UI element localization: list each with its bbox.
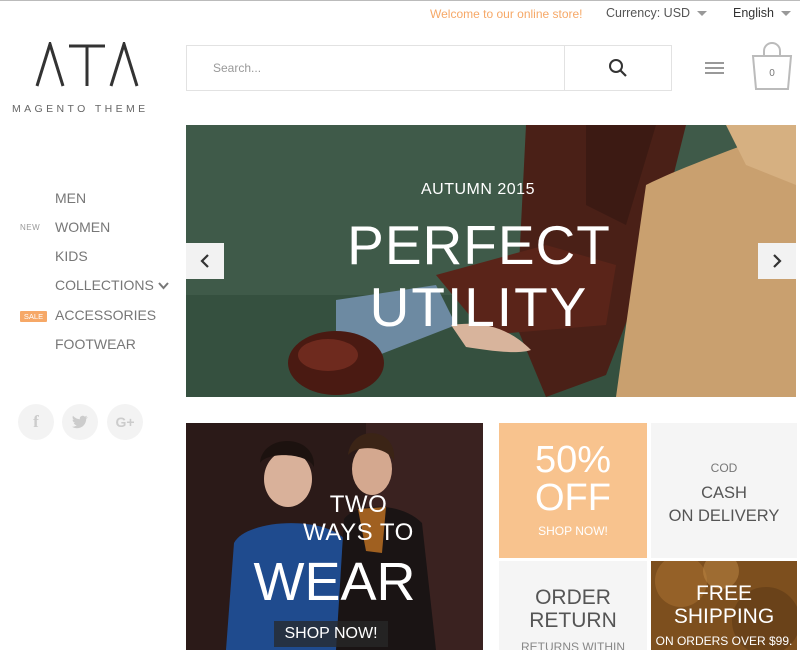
logo-mark-icon (35, 42, 139, 87)
promo-two-ways-to-wear[interactable]: TWO WAYS TO WEAR SHOP NOW! (186, 423, 483, 650)
welcome-message: Welcome to our online store! (430, 7, 583, 21)
hero-subtitle: AUTUMN 2015 (421, 181, 535, 198)
nav-item-collections[interactable]: COLLECTIONS (55, 277, 169, 293)
promo-sale-tile[interactable]: 50% OFF SHOP NOW! (499, 423, 647, 558)
chevron-left-icon (200, 254, 209, 268)
return-sub: RETURNS WITHIN (521, 640, 625, 650)
shipping-line2: SHIPPING (673, 605, 775, 628)
chevron-down-icon (781, 11, 791, 17)
hamburger-menu-icon[interactable] (705, 62, 724, 76)
promo-cod-tile[interactable]: COD CASH ON DELIVERY (651, 423, 797, 558)
nav-item-label: WOMEN (55, 219, 111, 235)
twitter-icon (72, 415, 88, 429)
nav-item-label: ACCESSORIES (55, 307, 157, 323)
hero-title-line1: PERFECT (347, 214, 611, 276)
cart-count: 0 (769, 68, 775, 79)
cart-button[interactable]: 0 (750, 42, 794, 92)
slider-prev-button[interactable] (186, 243, 224, 279)
nav-item-kids[interactable]: KIDS (55, 248, 88, 264)
google-plus-button[interactable]: G+ (107, 404, 143, 440)
chevron-right-icon (773, 254, 782, 268)
promo-wear-line2: WAYS TO (303, 519, 414, 546)
sale-off: OFF (535, 477, 611, 519)
promo-wear-line1: TWO (329, 491, 388, 518)
promo-return-tile[interactable]: ORDER RETURN RETURNS WITHIN (499, 561, 647, 650)
top-bar: Welcome to our online store! Currency: U… (0, 0, 800, 26)
sale-badge: SALE (20, 311, 47, 322)
nav-item-label: MEN (55, 190, 87, 206)
facebook-button[interactable]: f (18, 404, 54, 440)
hero-slider[interactable]: AUTUMN 2015 PERFECT UTILITY (186, 125, 796, 397)
chevron-down-icon (697, 11, 708, 17)
return-line1: ORDER (535, 586, 611, 609)
facebook-icon: f (33, 412, 39, 431)
cod-line1: CASH (701, 484, 747, 502)
language-switcher[interactable]: English (733, 6, 791, 20)
google-plus-icon: G+ (115, 414, 135, 430)
return-line2: RETURN (529, 609, 617, 632)
nav-item-women[interactable]: WOMEN (55, 219, 110, 235)
shopping-bag-icon (751, 42, 793, 90)
search-button[interactable] (565, 46, 671, 90)
logo[interactable] (12, 42, 162, 88)
search-input[interactable] (187, 46, 565, 90)
promo-shipping-tile[interactable]: FREE SHIPPING ON ORDERS OVER $99. (651, 561, 797, 650)
nav-item-label: COLLECTIONS (55, 277, 154, 293)
shop-now-button[interactable]: SHOP NOW! (274, 621, 388, 647)
sale-shop-now-link[interactable]: SHOP NOW! (499, 524, 647, 538)
cod-label: COD (710, 461, 738, 475)
twitter-button[interactable] (62, 404, 98, 440)
nav-item-accessories[interactable]: ACCESSORIES (55, 307, 156, 323)
slider-next-button[interactable] (758, 243, 796, 279)
nav-item-label: KIDS (55, 248, 88, 264)
new-badge: NEW (20, 223, 41, 232)
language-value: English (733, 6, 774, 20)
shipping-line1: FREE (695, 582, 752, 605)
currency-switcher[interactable]: Currency: USD (606, 6, 708, 20)
nav-item-men[interactable]: MEN (55, 190, 86, 206)
sale-percent: 50% (534, 439, 612, 481)
shipping-sub: ON ORDERS OVER $99. (655, 634, 793, 648)
currency-label: Currency: (606, 6, 661, 20)
search-bar (186, 45, 672, 91)
search-icon (609, 59, 627, 77)
currency-value: USD (663, 6, 691, 20)
cod-line2: ON DELIVERY (668, 507, 780, 525)
nav-item-label: FOOTWEAR (55, 336, 136, 352)
logo-tagline: MAGENTO THEME (12, 103, 149, 115)
nav-item-footwear[interactable]: FOOTWEAR (55, 336, 136, 352)
promo-wear-big: WEAR (253, 552, 416, 612)
hero-title-line2: UTILITY (369, 276, 589, 338)
chevron-down-icon (158, 282, 169, 290)
